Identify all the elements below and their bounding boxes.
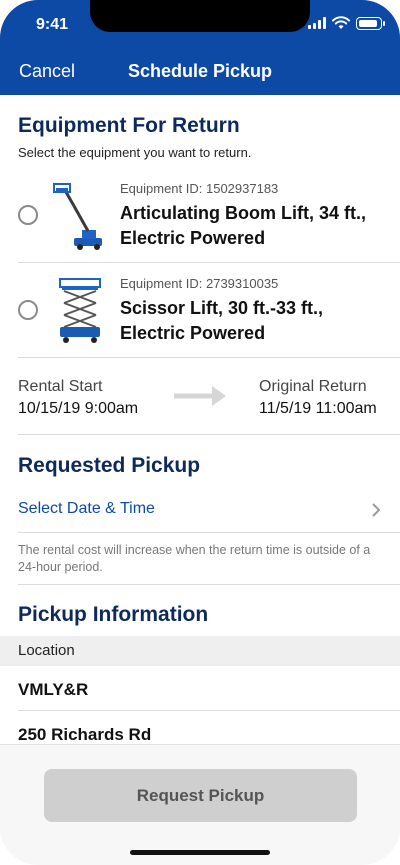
equipment-section-subtitle: Select the equipment you want to return. bbox=[18, 145, 252, 160]
location-line: 250 Richards Rd bbox=[18, 725, 152, 744]
cancel-button[interactable]: Cancel bbox=[19, 61, 75, 82]
requested-pickup-title: Requested Pickup bbox=[18, 454, 201, 477]
equipment-name: Scissor Lift, 30 ft.-33 ft., Electric Po… bbox=[120, 298, 324, 343]
equipment-item[interactable]: Equipment ID: 2739310035 Scissor Lift, 3… bbox=[0, 263, 400, 357]
equipment-section-title: Equipment For Return bbox=[18, 114, 240, 137]
boom-lift-icon bbox=[53, 183, 102, 250]
status-icons bbox=[308, 16, 385, 30]
phone-screen: 9:41 Schedule Pickup Cancel Equipment Fo… bbox=[0, 0, 400, 865]
equipment-id: Equipment ID: 2739310035 bbox=[120, 276, 279, 291]
select-date-time-link[interactable]: Select Date & Time bbox=[18, 500, 155, 518]
original-return-value: 11/5/19 11:00am bbox=[259, 400, 377, 417]
device-notch bbox=[90, 0, 310, 32]
pricing-note: The rental cost will increase when the r… bbox=[18, 543, 371, 574]
location-label: Location bbox=[18, 642, 75, 659]
equipment-radio[interactable] bbox=[18, 300, 38, 320]
equipment-item[interactable]: Equipment ID: 1502937183 Articulating Bo… bbox=[0, 170, 400, 262]
nav-header: 9:41 Schedule Pickup Cancel bbox=[0, 0, 400, 95]
signal-icon bbox=[308, 17, 326, 29]
pickup-information-title: Pickup Information bbox=[18, 603, 209, 626]
chevron-right-icon[interactable] bbox=[370, 502, 382, 518]
arrow-right-icon bbox=[174, 386, 226, 406]
equipment-radio[interactable] bbox=[18, 205, 38, 225]
request-pickup-button[interactable]: Request Pickup bbox=[44, 769, 357, 822]
divider bbox=[18, 357, 400, 358]
equipment-name: Articulating Boom Lift, 34 ft., Electric… bbox=[120, 203, 366, 248]
divider bbox=[18, 584, 400, 585]
rental-start-value: 10/15/19 9:00am bbox=[18, 400, 139, 417]
status-time: 9:41 bbox=[36, 16, 69, 33]
original-return-label: Original Return bbox=[259, 378, 367, 395]
battery-icon bbox=[356, 16, 385, 30]
rental-start-label: Rental Start bbox=[18, 378, 103, 395]
wifi-icon bbox=[332, 16, 350, 29]
divider bbox=[18, 434, 400, 435]
divider bbox=[18, 710, 400, 711]
scissor-lift-icon bbox=[59, 278, 101, 343]
divider bbox=[18, 532, 400, 533]
location-line: VMLY&R bbox=[18, 680, 89, 699]
equipment-id: Equipment ID: 1502937183 bbox=[120, 181, 279, 196]
home-indicator[interactable] bbox=[130, 850, 270, 855]
